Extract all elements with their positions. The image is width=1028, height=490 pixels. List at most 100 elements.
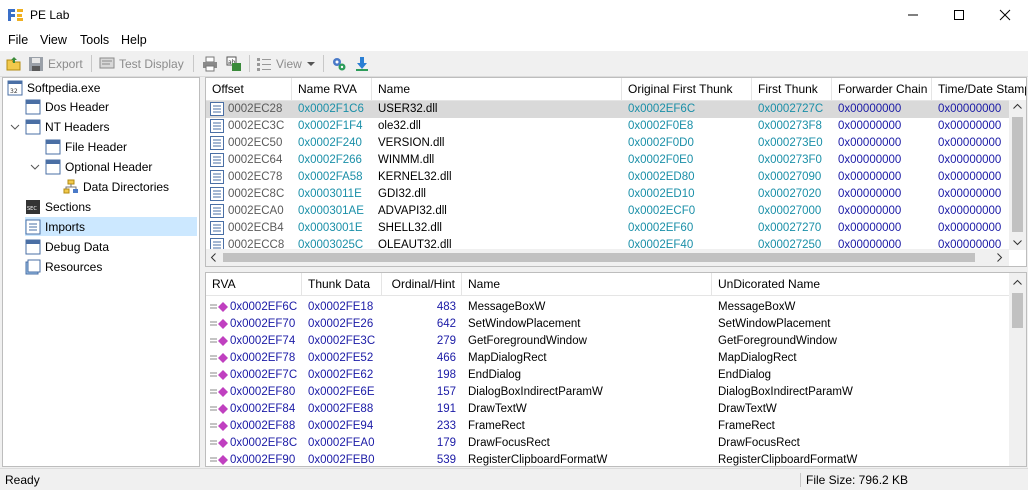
cell-text: 0x0002EF7C — [230, 369, 298, 381]
table-row[interactable]: 0002EC78 0x0002FA58 KERNEL32.dll 0x0002ED80… — [206, 169, 1026, 186]
table-row[interactable]: 0x0002EF78 0x0002FE52 466 MapDialogRect MapD… — [206, 350, 1026, 367]
save-icon — [29, 56, 43, 71]
menu-file[interactable]: File — [8, 33, 28, 47]
column-header[interactable]: Original First Thunk — [622, 78, 752, 100]
tree-item-data-directories[interactable]: Data Directories — [63, 177, 169, 196]
table-cell: 0x0002EF70 — [210, 316, 302, 333]
cell-text: 0x0002EF78 — [230, 352, 296, 364]
cell-text: 0002EC3C — [228, 120, 285, 132]
column-header[interactable]: Ordinal/Hint — [382, 273, 462, 295]
table-row[interactable]: 0x0002EF7C 0x0002FE62 198 EndDialog EndDialo… — [206, 367, 1026, 384]
tree-item-file-header[interactable]: File Header — [45, 137, 127, 156]
table-row[interactable]: 0002EC3C 0x0002F1F4 ole32.dll 0x0002F0E8 0x0… — [206, 118, 1026, 135]
column-header[interactable]: Name RVA — [292, 78, 372, 100]
tree-item-debug-data[interactable]: Debug Data — [25, 237, 109, 256]
scroll-up-icon[interactable] — [1013, 103, 1022, 109]
tree-item-dos-header[interactable]: Dos Header — [25, 97, 109, 116]
menu-help[interactable]: Help — [121, 33, 147, 47]
cell-text: 0x0002EF84 — [230, 403, 296, 415]
menu-tools[interactable]: Tools — [80, 33, 109, 47]
tree-item-resources[interactable]: Resources — [25, 257, 102, 276]
cell-text: 0002EC78 — [228, 171, 283, 183]
window-title: PE Lab — [30, 8, 70, 22]
table-cell: 0002EC28 — [210, 101, 292, 118]
tree-root-softpedia-exe[interactable]: 32 Softpedia.exe — [7, 78, 100, 97]
export-button[interactable]: Export — [28, 54, 83, 73]
table-cell: 0002ECA0 — [210, 203, 292, 220]
vertical-scrollbar[interactable] — [1009, 273, 1026, 466]
table-cell: ADVAPI32.dll — [378, 205, 447, 217]
import-module-icon — [210, 118, 224, 133]
table-cell: DialogBoxIndirectParamW — [718, 386, 853, 398]
scrollbar-thumb[interactable] — [1012, 117, 1023, 232]
maximize-button[interactable] — [936, 0, 982, 30]
settings-button[interactable] — [331, 54, 351, 73]
column-header[interactable]: Name — [462, 273, 712, 295]
scroll-down-icon[interactable] — [1013, 240, 1022, 246]
table-row[interactable]: 0x0002EF6C 0x0002FE18 483 MessageBoxW Messag… — [206, 299, 1026, 316]
cell-text: 0002ECB4 — [228, 222, 284, 234]
tree-item-sections[interactable]: SEC Sections — [25, 197, 91, 216]
table-row[interactable]: 0x0002EF84 0x0002FE88 191 DrawTextW DrawText… — [206, 401, 1026, 418]
table-cell: GetForegroundWindow — [718, 335, 837, 347]
table-row[interactable]: 0002EC64 0x0002F266 WINMM.dll 0x0002F0E0 0x0… — [206, 152, 1026, 169]
column-header[interactable]: First Thunk — [752, 78, 832, 100]
scrollbar-thumb[interactable] — [1012, 293, 1023, 328]
import-module-icon — [210, 152, 224, 167]
table-row[interactable]: 0002EC50 0x0002F240 VERSION.dll 0x0002F0D0 0… — [206, 135, 1026, 152]
column-header[interactable]: RVA — [206, 273, 302, 295]
vertical-scrollbar[interactable] — [1009, 100, 1026, 250]
table-row[interactable]: 0x0002EF70 0x0002FE26 642 SetWindowPlacemen… — [206, 316, 1026, 333]
scroll-left-icon[interactable] — [210, 253, 216, 262]
chevron-down-icon[interactable] — [10, 122, 20, 132]
table-row[interactable]: 0002ECA0 0x000301AE ADVAPI32.dll 0x0002ECF0… — [206, 203, 1026, 220]
table-row[interactable]: 0x0002EF80 0x0002FE6E 157 DialogBoxIndirect… — [206, 384, 1026, 401]
scroll-right-icon[interactable] — [997, 253, 1003, 262]
open-button[interactable] — [6, 54, 26, 73]
chevron-down-icon[interactable] — [30, 162, 40, 172]
view-dropdown-button[interactable]: View — [256, 54, 320, 73]
table-cell: 0x0002ED80 — [628, 171, 695, 183]
tree-item-optional-header[interactable]: Optional Header — [45, 157, 152, 176]
table-row[interactable]: 0x0002EF8C 0x0002FEA0 179 DrawFocusRect Draw… — [206, 435, 1026, 452]
tree-item-nt-headers[interactable]: NT Headers — [25, 117, 109, 136]
column-header[interactable]: Forwarder Chain — [832, 78, 932, 100]
cell-text: 0x0002EF90 — [230, 454, 296, 466]
table-cell: 157 — [436, 386, 456, 398]
print-button[interactable] — [202, 54, 222, 73]
close-button[interactable] — [982, 0, 1028, 30]
title-bar: PE Lab — [0, 0, 1028, 30]
tree-item-label: Data Directories — [83, 179, 170, 194]
table-row[interactable]: 0002ECB4 0x0003001E SHELL32.dll 0x0002EF60 0… — [206, 220, 1026, 237]
scroll-up-icon[interactable] — [1013, 279, 1022, 285]
table-cell: 0x0002F0D0 — [628, 137, 694, 149]
table-cell: DialogBoxIndirectParamW — [468, 386, 603, 398]
table-cell: 0x0002FE88 — [308, 403, 374, 415]
thunk-table-header: RVA Thunk Data Ordinal/Hint Name UnDicorated… — [206, 273, 1026, 296]
convert-button[interactable]: ab — [226, 54, 246, 73]
column-header[interactable]: UnDicorated Name — [712, 273, 1012, 295]
column-header[interactable]: Time/Date Stamp — [932, 78, 1026, 100]
import-module-icon — [210, 220, 224, 235]
column-header[interactable]: Offset — [206, 78, 292, 100]
column-header[interactable]: Name — [372, 78, 622, 100]
tree-item-imports[interactable]: Imports — [25, 217, 197, 236]
table-cell: DrawTextW — [468, 403, 527, 415]
table-row[interactable]: 0002EC28 0x0002F1C6 USER32.dll 0x0002EF6C 0x… — [206, 101, 1026, 118]
column-header[interactable]: Thunk Data — [302, 273, 382, 295]
test-display-button[interactable]: Test Display — [99, 54, 184, 73]
table-cell: 0002EC8C — [210, 186, 292, 203]
table-row[interactable]: 0002EC8C 0x0003011E GDI32.dll 0x0002ED10 0x0… — [206, 186, 1026, 203]
printer-icon — [203, 56, 217, 71]
table-cell: 0x00027000 — [758, 205, 822, 217]
cell-text: 0002EC28 — [228, 103, 283, 115]
table-cell: RegisterClipboardFormatW — [718, 454, 858, 466]
download-button[interactable] — [354, 54, 374, 73]
menu-view[interactable]: View — [40, 33, 67, 47]
scrollbar-thumb[interactable] — [223, 253, 975, 262]
table-row[interactable]: 0x0002EF88 0x0002FE94 233 FrameRect FrameRec… — [206, 418, 1026, 435]
horizontal-scrollbar[interactable] — [206, 249, 1009, 266]
minimize-button[interactable] — [890, 0, 936, 30]
table-row[interactable]: 0x0002EF74 0x0002FE3C 279 GetForegroundWind… — [206, 333, 1026, 350]
table-row[interactable]: 0x0002EF90 0x0002FEB0 539 RegisterClipboard… — [206, 452, 1026, 466]
